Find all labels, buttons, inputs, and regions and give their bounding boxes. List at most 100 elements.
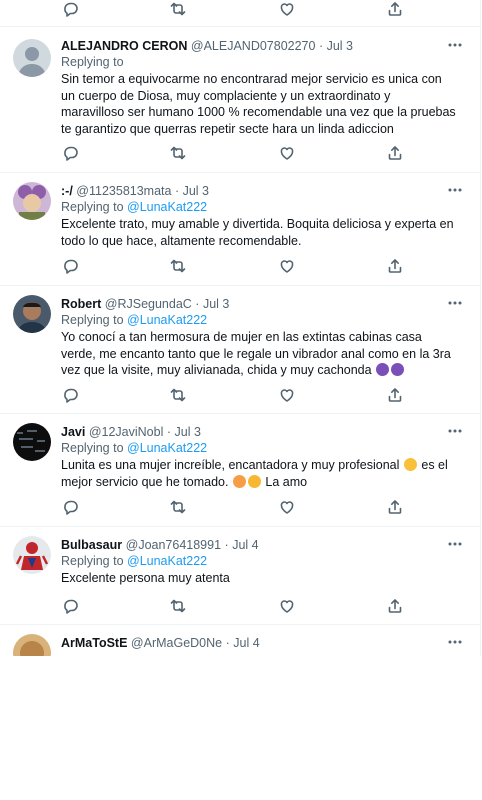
user-handle[interactable]: @Joan76418991 bbox=[126, 538, 221, 552]
avatar[interactable] bbox=[13, 634, 51, 656]
more-button[interactable] bbox=[447, 423, 463, 439]
share-button[interactable] bbox=[385, 0, 405, 19]
share-button[interactable] bbox=[385, 143, 405, 163]
timestamp[interactable]: Jul 3 bbox=[175, 425, 201, 439]
tweet-header: Bulbasaur @Joan76418991 · Jul 4 bbox=[61, 536, 259, 554]
like-button[interactable] bbox=[277, 0, 297, 19]
tweet[interactable]: ArMaToStE @ArMaGeD0Ne · Jul 4 bbox=[0, 634, 480, 656]
more-button[interactable] bbox=[447, 536, 463, 552]
avatar[interactable] bbox=[13, 182, 51, 220]
action-bar bbox=[60, 0, 405, 20]
share-button[interactable] bbox=[385, 596, 405, 616]
replying-to: Replying to @LunaKat222 bbox=[61, 199, 207, 216]
tweet-text: Sin temor a equivocarme no encontrarad m… bbox=[61, 72, 456, 136]
share-button[interactable] bbox=[385, 256, 405, 276]
more-icon bbox=[448, 188, 462, 192]
share-icon bbox=[388, 2, 402, 16]
more-icon bbox=[448, 429, 462, 433]
mention-link[interactable]: @LunaKat222 bbox=[127, 554, 207, 568]
timestamp[interactable]: Jul 3 bbox=[327, 39, 353, 53]
avatar[interactable] bbox=[13, 423, 51, 461]
mention-link[interactable]: @LunaKat222 bbox=[127, 313, 207, 327]
retweet-icon bbox=[171, 2, 186, 16]
action-bar bbox=[60, 142, 405, 164]
retweet-button[interactable] bbox=[168, 385, 188, 405]
tweet-header: :-/ @11235813mata · Jul 3 bbox=[61, 182, 209, 200]
tweet[interactable]: ALEJANDRO CERON @ALEJAND07802270 · Jul 3… bbox=[0, 37, 480, 173]
display-name[interactable]: Bulbasaur bbox=[61, 538, 122, 552]
share-button[interactable] bbox=[385, 385, 405, 405]
tweet[interactable]: Javi @12JaviNobl · Jul 3 Replying to @Lu… bbox=[0, 423, 480, 525]
user-handle[interactable]: @RJSegundaC bbox=[105, 297, 192, 311]
retweet-button[interactable] bbox=[168, 0, 188, 19]
display-name[interactable]: Javi bbox=[61, 425, 85, 439]
more-button[interactable] bbox=[447, 634, 463, 650]
retweet-icon bbox=[171, 500, 186, 514]
retweet-icon bbox=[171, 146, 186, 160]
timestamp[interactable]: Jul 3 bbox=[203, 297, 229, 311]
tweet-header: Robert @RJSegundaC · Jul 3 bbox=[61, 295, 229, 313]
separator: · bbox=[318, 39, 324, 53]
avatar[interactable] bbox=[13, 295, 51, 333]
timestamp[interactable]: Jul 4 bbox=[233, 636, 259, 650]
reply-button[interactable] bbox=[60, 256, 80, 276]
mention-link[interactable]: @LunaKat222 bbox=[127, 441, 207, 455]
like-button[interactable] bbox=[277, 143, 297, 163]
display-name[interactable]: Robert bbox=[61, 297, 101, 311]
separator: · bbox=[195, 297, 200, 311]
mention-link[interactable]: @LunaKat222 bbox=[127, 200, 207, 214]
separator: · bbox=[225, 636, 230, 650]
reply-button[interactable] bbox=[60, 385, 80, 405]
tweet-text: Excelente trato, muy amable y divertida.… bbox=[61, 217, 454, 248]
retweet-button[interactable] bbox=[168, 256, 188, 276]
reply-icon bbox=[64, 500, 78, 515]
user-handle[interactable]: @11235813mata bbox=[76, 184, 171, 198]
divider bbox=[0, 526, 480, 527]
reply-button[interactable] bbox=[60, 596, 80, 616]
retweet-icon bbox=[171, 599, 186, 613]
reply-icon bbox=[64, 146, 78, 161]
user-handle[interactable]: @ALEJAND07802270 bbox=[191, 39, 316, 53]
retweet-button[interactable] bbox=[168, 497, 188, 517]
more-button[interactable] bbox=[447, 37, 463, 53]
tweet[interactable]: :-/ @11235813mata · Jul 3 Replying to @L… bbox=[0, 182, 480, 286]
retweet-button[interactable] bbox=[168, 596, 188, 616]
replying-to: Replying to @LunaKat222 bbox=[61, 553, 207, 570]
avatar[interactable] bbox=[13, 39, 51, 77]
reply-button[interactable] bbox=[60, 143, 80, 163]
heart-eyes-emoji bbox=[247, 474, 261, 488]
like-button[interactable] bbox=[277, 497, 297, 517]
display-name[interactable]: ArMaToStE bbox=[61, 636, 127, 650]
replying-to-label: Replying to bbox=[61, 441, 128, 455]
replying-to-label: Replying to bbox=[61, 313, 128, 327]
display-name[interactable]: ALEJANDRO CERON bbox=[61, 39, 187, 53]
retweet-button[interactable] bbox=[168, 143, 188, 163]
share-button[interactable] bbox=[385, 497, 405, 517]
like-button[interactable] bbox=[277, 385, 297, 405]
user-handle[interactable]: @12JaviNobl bbox=[89, 425, 164, 439]
reply-icon bbox=[64, 2, 78, 17]
smiling-face-with-hearts-emoji bbox=[232, 474, 246, 488]
tweet[interactable]: Bulbasaur @Joan76418991 · Jul 4 Replying… bbox=[0, 536, 480, 624]
more-icon bbox=[448, 640, 462, 644]
avatar[interactable] bbox=[13, 536, 51, 574]
smiling-devil-emoji bbox=[376, 363, 390, 376]
like-button[interactable] bbox=[277, 596, 297, 616]
reply-button[interactable] bbox=[60, 0, 80, 19]
user-handle[interactable]: @ArMaGeD0Ne bbox=[131, 636, 222, 650]
more-button[interactable] bbox=[447, 182, 463, 198]
tweet[interactable]: Robert @RJSegundaC · Jul 3 Replying to @… bbox=[0, 295, 480, 413]
replying-to-label: Replying to bbox=[61, 554, 128, 568]
more-button[interactable] bbox=[447, 295, 463, 311]
display-name[interactable]: :-/ bbox=[61, 184, 73, 198]
timestamp[interactable]: Jul 4 bbox=[232, 538, 258, 552]
tweet-text: Excelente persona muy atenta bbox=[61, 571, 230, 585]
reply-icon bbox=[64, 259, 78, 274]
reply-button[interactable] bbox=[60, 497, 80, 517]
replying-to: Replying to @LunaKat222 bbox=[61, 312, 207, 329]
like-button[interactable] bbox=[277, 256, 297, 276]
timestamp[interactable]: Jul 3 bbox=[183, 184, 209, 198]
like-icon bbox=[280, 389, 294, 402]
reply-icon bbox=[64, 599, 78, 614]
retweet-icon bbox=[171, 259, 186, 273]
